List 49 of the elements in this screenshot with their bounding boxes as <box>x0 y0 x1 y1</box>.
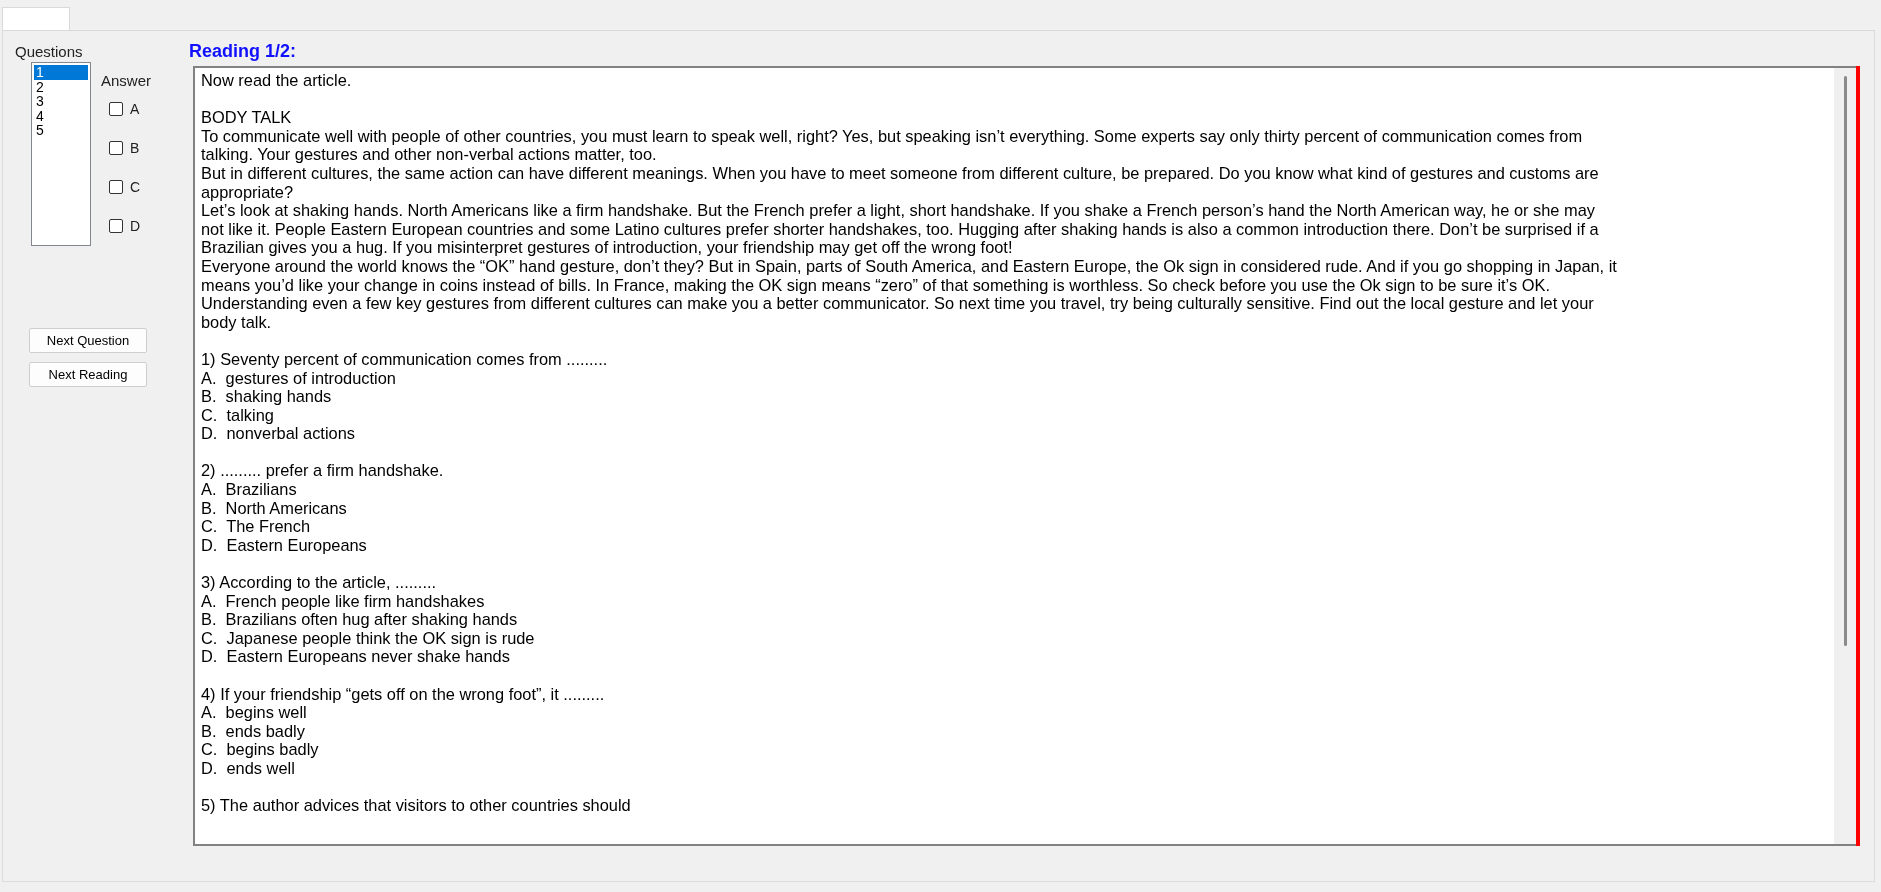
option-label: C <box>130 179 141 195</box>
question-option: A. French people like firm handshakes <box>201 591 1621 611</box>
article-paragraph: Everyone around the world knows the “OK” hand gesture, don’t they? But in Spain, parts of South America, and Eastern Europe, the Ok sign in considered rude. And if you go shopping in Japan, it means you’d like your change in coins instead of bills. In France, making the OK sign means “zero” of that something is worthless. So check before you use the Ok sign to be sure it’s OK. <box>201 256 1618 295</box>
question-option: C. begins badly <box>201 740 1621 759</box>
question-prompt: 1) Seventy percent of communication comes from ......... <box>201 349 609 369</box>
checkbox[interactable] <box>109 219 123 233</box>
question-list[interactable]: 1 2 3 4 5 <box>31 62 91 246</box>
nav-button[interactable]: Next Question <box>29 328 147 353</box>
question-option: D. Eastern Europeans never shake hands <box>201 647 1621 666</box>
nav-button[interactable]: Next Reading <box>29 362 147 387</box>
question-option: C. The French <box>201 517 1621 536</box>
question-option: B. North Americans <box>201 498 1621 518</box>
article-paragraph: Let’s look at shaking hands. North Americans like a firm handshake. But the French prefer a light, short handshake. If you shake a French person’s hand the North American way, he or she may not like it. People Eastern European countries and some Latino cultures prefer shorter handshakes, too. Hugging after shaking hands is also a common introduction there. Don’t be surprised if a Brazilian gives you a hug. If you misinterpret gestures of introduction, your friendship may get off the wrong foot! <box>201 201 1600 257</box>
option-label: D <box>130 218 141 234</box>
question-option: B. ends badly <box>201 721 1621 741</box>
question-prompt: 4) If your friendship “gets off on the wrong foot”, it ......... <box>201 684 606 704</box>
question-option: A. begins well <box>201 703 1621 722</box>
question-list-item[interactable]: 5 <box>34 123 88 138</box>
question-option: A. Brazilians <box>201 480 1621 499</box>
question-option: D. Eastern Europeans <box>201 535 1621 555</box>
reading-title: Reading 1/2: <box>189 41 298 62</box>
question-list-item[interactable]: 3 <box>34 94 88 109</box>
question-prompt: 2) ......... prefer a firm handshake. <box>201 461 445 481</box>
question-prompt: 5) The author advices that visitors to other countries should <box>201 796 632 815</box>
checkbox[interactable] <box>109 102 123 116</box>
checkbox[interactable] <box>109 141 123 155</box>
question-option: C. Japanese people think the OK sign is rude <box>201 628 1621 648</box>
question-option: D. ends well <box>201 758 1621 778</box>
instruction-text: Now read the article. <box>201 71 353 90</box>
question-prompt: 3) According to the article, ......... <box>201 573 438 592</box>
answer-label: Answer <box>101 72 152 89</box>
option-label: A <box>130 101 140 117</box>
checkbox[interactable] <box>109 180 123 194</box>
question-option: B. shaking hands <box>201 387 1621 406</box>
option-label: B <box>130 140 140 156</box>
reading-text-box[interactable] <box>193 66 1856 846</box>
questions-label: Questions <box>15 43 84 60</box>
question-option: A. gestures of introduction <box>201 368 1621 388</box>
article-paragraph: To communicate well with people of other countries, you must learn to speak well, right? Yes, but speaking isn’t everything. Some experts say only thirty percent of communication comes from talking. Your gestures and other non-verbal actions matter, too. <box>201 126 1584 164</box>
article-paragraph: Understanding even a few key gestures from different cultures can make you a better communicator. So next time you travel, try being culturally sensitive. Find out the local gesture and let your body talk. <box>201 294 1595 332</box>
question-list-item[interactable]: 2 <box>34 79 88 94</box>
question-list-item[interactable]: 4 <box>34 108 88 123</box>
article-paragraph: But in different cultures, the same action can have different meanings. When you have to meet someone from different culture, be prepared. Do you know what kind of gestures and customs are appropriate? <box>201 163 1600 202</box>
scrollbar[interactable] <box>1834 68 1856 844</box>
question-list-item[interactable]: 1 <box>34 65 88 80</box>
article-title: BODY TALK <box>201 108 293 127</box>
question-option: B. Brazilians often hug after shaking hands <box>201 610 1621 629</box>
question-option: C. talking <box>201 405 1621 425</box>
question-option: D. nonverbal actions <box>201 424 1621 443</box>
